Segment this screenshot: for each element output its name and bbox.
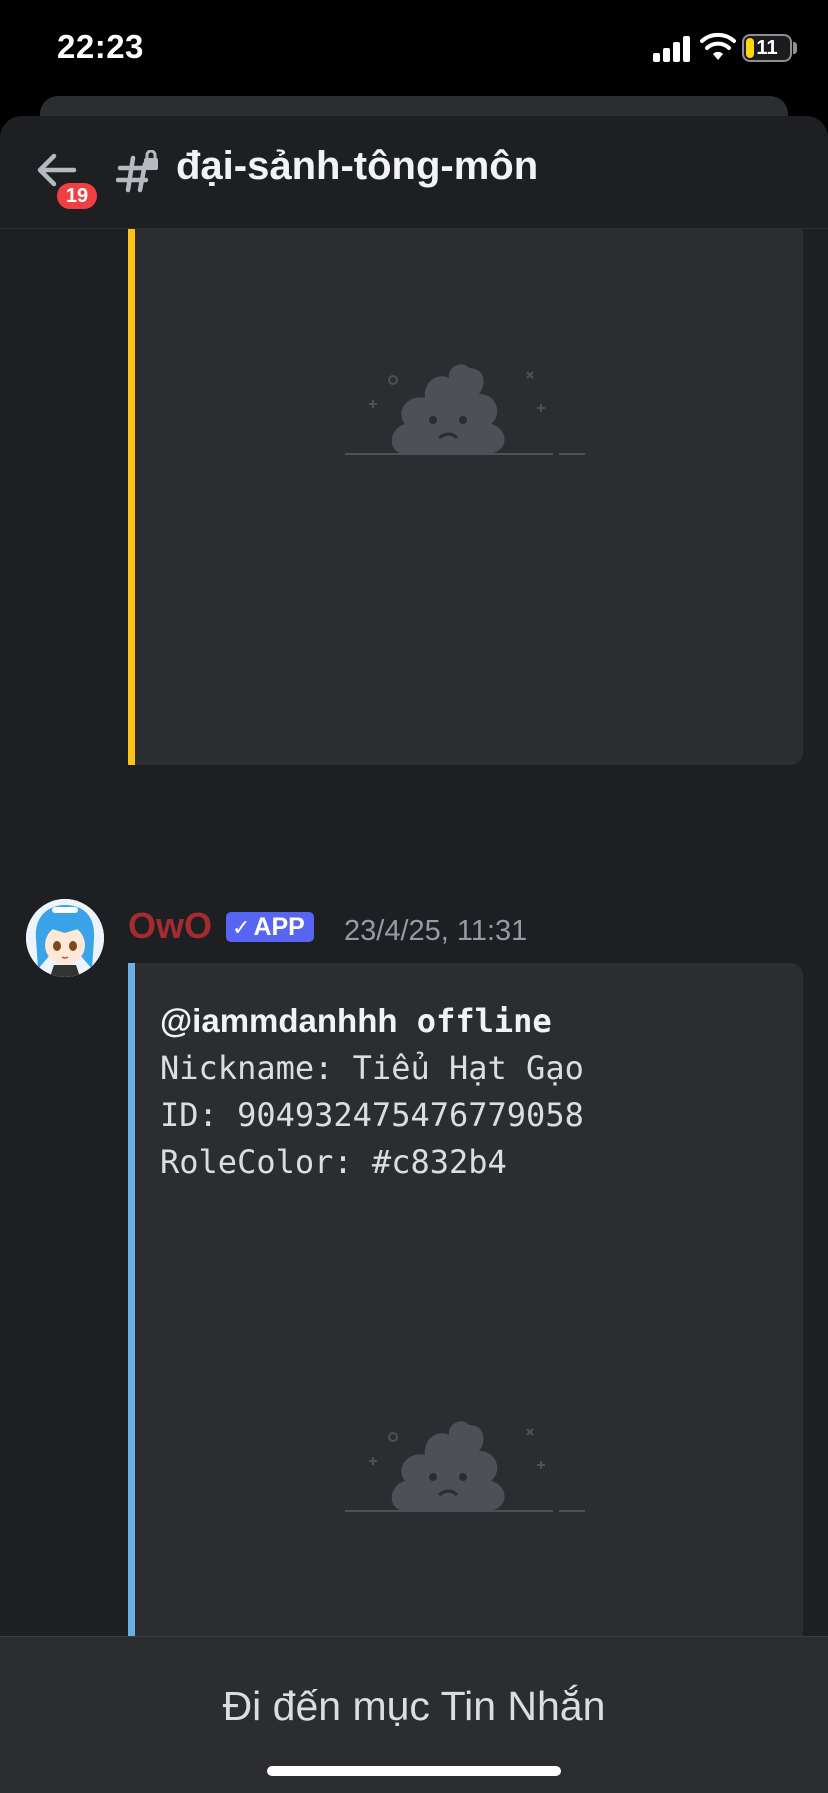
image-placeholder-icon[interactable] [345, 342, 585, 472]
avatar[interactable] [26, 899, 104, 977]
embed-description: @iammdanhhh offline Nickname: Tiểu Hạt G… [160, 997, 584, 1186]
go-to-messages-button[interactable]: Đi đến mục Tin Nhắn [0, 1683, 828, 1730]
battery-nub [793, 42, 797, 54]
app-tag: ✓ APP [226, 912, 314, 942]
anime-avatar-icon [26, 899, 104, 977]
embed-card: @iammdanhhh offline Nickname: Tiểu Hạt G… [128, 963, 803, 1749]
app-tag-label: APP [253, 913, 305, 941]
home-indicator[interactable] [267, 1766, 561, 1776]
message-timestamp: 23/4/25, 11:31 [344, 915, 528, 947]
wifi-icon [700, 32, 736, 60]
unread-badge: 19 [54, 180, 100, 212]
embed-accent-bar [128, 963, 135, 1749]
embed-username[interactable]: @iammdanhhh [160, 1002, 398, 1039]
message-author[interactable]: OwO [128, 905, 212, 947]
channel-header: 19 đại-sảnh-tông-môn [0, 116, 828, 229]
signal-icon [653, 36, 690, 62]
channel-hash-lock-icon [116, 150, 158, 193]
image-placeholder-icon[interactable] [345, 1399, 585, 1529]
embed-id: ID: 904932475476779058 [160, 1096, 584, 1134]
message-list[interactable]: OwO ✓ APP 23/4/25, 11:31 @iammdanhhh offl… [0, 229, 828, 1749]
embed-rolecolor: RoleColor: #c832b4 [160, 1143, 507, 1181]
embed-card [128, 229, 803, 765]
battery-icon: 11 [742, 34, 792, 62]
verified-check-icon: ✓ [232, 915, 251, 940]
battery-percentage: 11 [756, 37, 778, 59]
status-bar: 22:23 11 [0, 0, 828, 100]
channel-name: đại-sảnh-tông-môn [176, 144, 539, 188]
status-time: 22:23 [57, 28, 144, 65]
embed-status: offline [416, 1002, 552, 1040]
embed-nickname: Nickname: Tiểu Hạt Gạo [160, 1049, 584, 1087]
embed-accent-bar [128, 229, 135, 765]
channel-sheet: 19 đại-sảnh-tông-môn OwO ✓ APP 23/4/25, … [0, 116, 828, 1792]
